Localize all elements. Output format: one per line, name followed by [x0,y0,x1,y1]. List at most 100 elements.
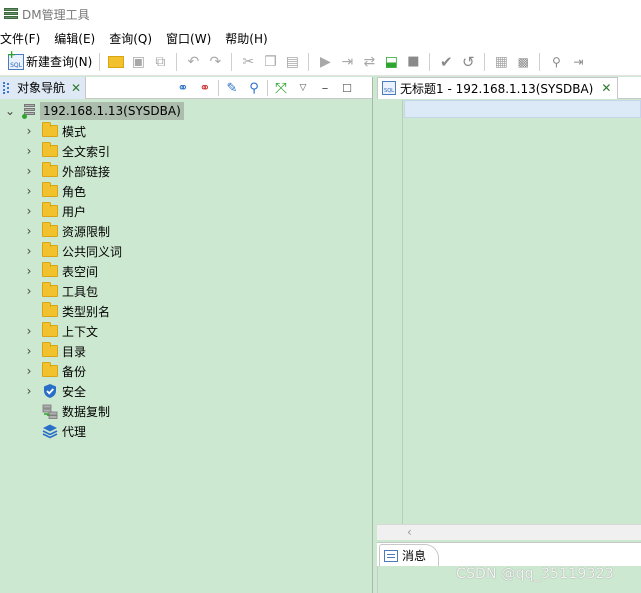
copy-icon: ❐ [264,53,277,70]
chevron-right-icon[interactable]: › [23,344,35,358]
main-toolbar: SQL 新建查询(N) ▣ ⧉ ↶ ↷ ✂ ❐ ▤ ▶ ⇥ ⇄ ⬓ ■ ✔ ↺ … [0,48,641,76]
search-button[interactable]: ⚲ [243,78,265,98]
chevron-right-icon[interactable]: › [23,324,35,338]
save-button[interactable]: ▣ [127,51,149,73]
chevron-right-icon[interactable]: › [23,184,35,198]
chevron-right-icon[interactable]: › [23,284,35,298]
close-icon[interactable]: ✕ [601,81,611,95]
tree-item-data-replication[interactable]: 数据复制 [0,401,372,421]
stop-button[interactable]: ■ [402,51,424,73]
folder-icon [42,202,58,217]
shield-icon [44,384,56,398]
folder-icon [42,242,58,257]
close-icon[interactable]: ✕ [71,81,81,95]
minimize-icon: – [321,80,329,96]
tree-item-role[interactable]: › 角色 [0,181,372,201]
tree-item-label: 模式 [62,124,87,139]
menu-window[interactable]: 窗口(W) [166,30,218,47]
execute-button[interactable]: ▶ [314,51,336,73]
horizontal-scrollbar[interactable]: ‹ [377,524,641,540]
tree-item-agent[interactable]: 代理 [0,421,372,441]
execute-script-button[interactable]: ⇥ [336,51,358,73]
tree-item-tablespace[interactable]: › 表空间 [0,261,372,281]
chevron-right-icon[interactable]: › [23,364,35,378]
open-folder-button[interactable] [105,51,127,73]
tool-separator [267,80,268,96]
tree-item-public-synonym[interactable]: › 公共同义词 [0,241,372,261]
view-menu-button[interactable]: ▽ [292,78,314,98]
menu-query[interactable]: 查询(Q) [109,30,159,47]
history-button[interactable]: ▦ [490,51,512,73]
tab-untitled-1[interactable]: SQL 无标题1 - 192.168.1.13(SYSDBA) ✕ [377,76,619,99]
tree-item-backup[interactable]: › 备份 [0,361,372,381]
menu-edit[interactable]: 编辑(E) [54,30,102,47]
export-button[interactable]: ⬓ [380,51,402,73]
undo-icon: ↶ [187,53,200,70]
paste-button[interactable]: ▤ [281,51,303,73]
explain-button[interactable]: ⇄ [358,51,380,73]
folder-icon [42,262,58,277]
tree-root-connection[interactable]: ⌄ 192.168.1.13(SYSDBA) [0,101,372,121]
chevron-right-icon[interactable]: › [23,204,35,218]
tree-item-label: 资源限制 [62,224,111,239]
tree-item-user[interactable]: › 用户 [0,201,372,221]
new-query-button[interactable]: SQL 新建查询(N) [6,51,94,70]
run-script-icon: ⇥ [341,53,354,70]
tree-item-external-link[interactable]: › 外部链接 [0,161,372,181]
navigator-tab-label: 对象导航 [17,81,66,95]
chevron-right-icon[interactable]: › [23,264,35,278]
tree-item-directory[interactable]: › 目录 [0,341,372,361]
toolbar-separator [484,52,486,71]
schedule-button[interactable]: ▩ [512,51,534,73]
edit-button[interactable]: ✎ [221,78,243,98]
chevron-left-icon[interactable]: ‹ [407,525,412,539]
tree-item-resource-limit[interactable]: › 资源限制 [0,221,372,241]
maximize-button[interactable]: ☐ [336,78,358,98]
chevron-down-icon[interactable]: ⌄ [4,104,16,118]
save-all-button[interactable]: ⧉ [149,51,171,73]
redo-button[interactable]: ↷ [204,51,226,73]
sql-editor-area[interactable] [377,100,641,524]
tree-item-type-alias[interactable]: 类型别名 [0,301,372,321]
toolbar-separator [231,52,233,71]
folder-icon [42,342,58,357]
tree-item-toolkit[interactable]: › 工具包 [0,281,372,301]
watermark: CSDN @qq_35119323 [456,566,614,582]
step-button[interactable]: ⇥ [567,51,589,73]
folder-icon [42,142,58,157]
menu-file[interactable]: 文件(F) [0,30,47,47]
tab-messages[interactable]: 消息 [379,544,440,566]
chevron-right-icon[interactable]: › [23,144,35,158]
copy-button[interactable]: ❐ [259,51,281,73]
chevron-right-icon[interactable]: › [23,224,35,238]
undo-button[interactable]: ↶ [182,51,204,73]
rollback-button[interactable]: ↺ [457,51,479,73]
tree-item-context[interactable]: › 上下文 [0,321,372,341]
connect-button[interactable]: ⚭ [172,78,194,98]
chevron-right-icon[interactable]: › [23,244,35,258]
folder-icon [42,302,58,317]
tree-item-mode[interactable]: › 模式 [0,121,372,141]
sql-editor-panel: SQL 无标题1 - 192.168.1.13(SYSDBA) ✕ ‹ 消息 [377,76,641,593]
tree-item-label: 目录 [62,344,87,359]
menu-help[interactable]: 帮助(H) [225,30,274,47]
expand-all-button[interactable]: ⤧ [270,78,292,98]
tree-item-security[interactable]: › 安全 [0,381,372,401]
tree-item-fulltext-index[interactable]: › 全文索引 [0,141,372,161]
folder-icon [42,322,58,337]
chevron-right-icon[interactable]: › [23,164,35,178]
chevron-right-icon[interactable]: › [23,124,35,138]
check-icon: ✔ [440,52,453,71]
chevron-right-icon[interactable]: › [23,384,35,398]
commit-button[interactable]: ✔ [435,51,457,73]
rollback-icon: ↺ [462,52,475,71]
tab-object-navigator[interactable]: 对象导航 ✕ [0,76,87,99]
database-icon [22,104,36,119]
find-button[interactable]: ⚲ [545,51,567,73]
folder-icon [42,282,58,297]
minimize-button[interactable]: – [314,78,336,98]
folder-icon [42,362,58,377]
editor-tab-label: 无标题1 - 192.168.1.13(SYSDBA) [400,81,594,96]
cut-button[interactable]: ✂ [237,51,259,73]
disconnect-button[interactable]: ⚭ [194,78,216,98]
